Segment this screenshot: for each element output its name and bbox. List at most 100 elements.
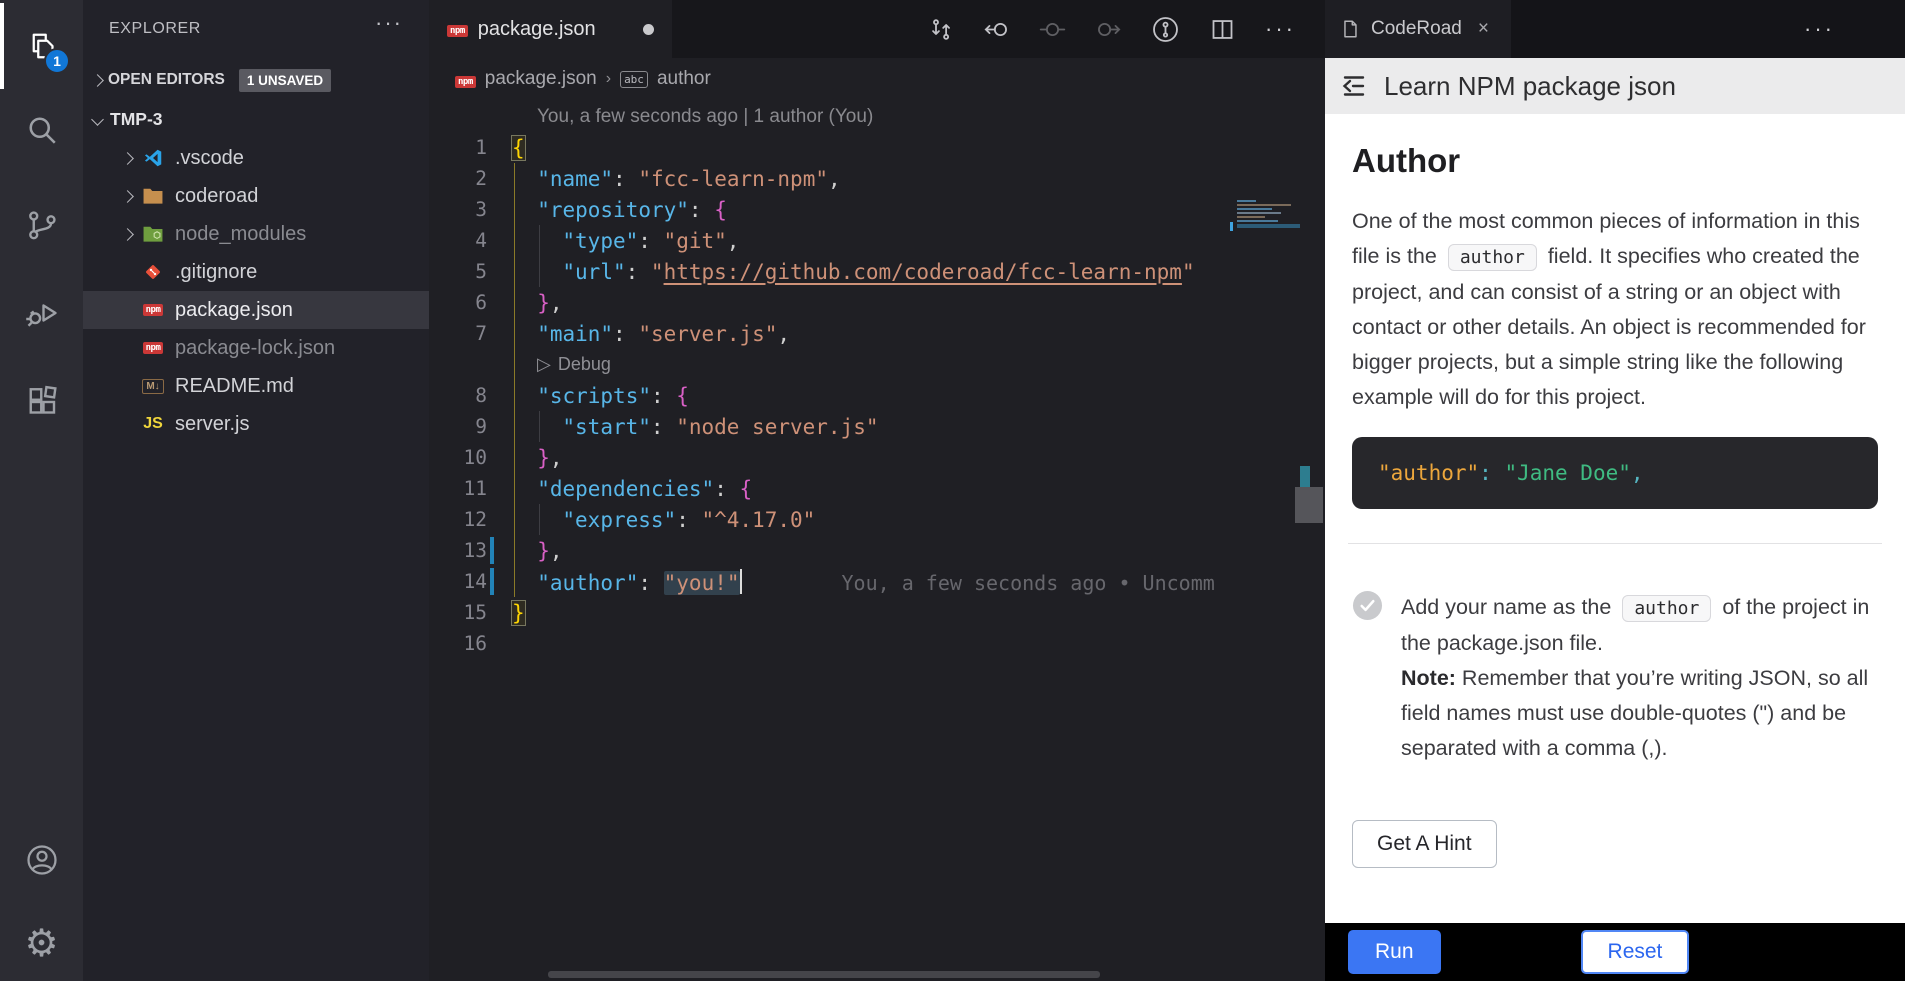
code-line[interactable]: 13},	[429, 535, 1325, 566]
file-row[interactable]: JSserver.js	[83, 405, 429, 443]
editor-group: npm package.json	[429, 0, 1325, 981]
reset-button[interactable]: Reset	[1581, 930, 1690, 974]
file-row[interactable]: .gitignore	[83, 253, 429, 291]
panel-tab-label: CodeRoad	[1371, 18, 1462, 40]
horizontal-scrollbar-thumb[interactable]	[548, 971, 1100, 978]
chevron-right-icon[interactable]	[115, 154, 139, 163]
previous-change-icon[interactable]	[983, 16, 1010, 43]
inline-blame: You, a few seconds ago • Uncomm	[842, 571, 1215, 595]
run-and-debug-icon[interactable]	[0, 270, 83, 356]
divider	[1348, 543, 1882, 544]
code-line[interactable]: 9"start": "node server.js"	[429, 411, 1325, 442]
tab-coderoad[interactable]: CodeRoad ×	[1325, 0, 1511, 58]
panel-tab-bar: CodeRoad × ···	[1325, 0, 1905, 58]
line-number: 13	[429, 539, 487, 562]
line-number: 3	[429, 198, 487, 221]
chevron-right-icon[interactable]	[115, 230, 139, 239]
file-row[interactable]: coderoad	[83, 177, 429, 215]
content-menu-icon[interactable]	[1337, 69, 1371, 103]
extensions-icon[interactable]	[0, 359, 83, 445]
line-number: 7	[429, 322, 487, 345]
code-line[interactable]: 6},	[429, 287, 1325, 318]
code-line[interactable]: 4"type": "git",	[429, 225, 1325, 256]
source-control-icon[interactable]	[0, 182, 83, 268]
compare-changes-icon[interactable]	[927, 16, 954, 43]
unsaved-badge: 1 UNSAVED	[239, 69, 331, 92]
page-title: Author	[1352, 142, 1878, 180]
account-icon[interactable]	[0, 817, 83, 903]
file-row[interactable]: .vscode	[83, 139, 429, 177]
explorer-icon[interactable]: 1	[0, 3, 83, 89]
code-line[interactable]: 10},	[429, 442, 1325, 473]
vscode-icon	[139, 147, 167, 169]
more-actions-icon[interactable]: ···	[1265, 16, 1296, 42]
code-line[interactable]: 15}	[429, 597, 1325, 628]
chevron-right-icon: ›	[606, 70, 611, 88]
file-row[interactable]: M↓README.md	[83, 367, 429, 405]
minimap-change-tick	[1230, 222, 1233, 231]
breadcrumb-file[interactable]: package.json	[485, 68, 597, 90]
line-number: 9	[429, 415, 487, 438]
debug-codelens[interactable]: ▷Debug	[429, 349, 1325, 380]
code-line[interactable]: 11"dependencies": {	[429, 473, 1325, 504]
play-outline-icon: ▷	[537, 354, 551, 375]
chevron-right-icon[interactable]	[115, 192, 139, 201]
code-line[interactable]: 7"main": "server.js",	[429, 318, 1325, 349]
unsaved-dot-icon[interactable]	[643, 24, 654, 35]
vertical-scrollbar-thumb[interactable]	[1295, 487, 1323, 523]
split-editor-icon[interactable]	[1209, 16, 1236, 43]
run-button[interactable]: Run	[1348, 930, 1441, 974]
open-editors-label: OPEN EDITORS	[108, 71, 225, 89]
tutorial-title: Learn NPM package json	[1384, 71, 1676, 102]
settings-gear-icon[interactable]: ⚙	[0, 907, 83, 981]
npm-icon: npm	[139, 342, 167, 354]
file-label: .vscode	[175, 147, 244, 170]
line-number: 16	[429, 632, 487, 655]
explorer-more-actions-icon[interactable]: ···	[375, 10, 403, 36]
blame-header: You, a few seconds ago | 1 author (You)	[429, 102, 1325, 132]
inline-code: author	[1622, 595, 1711, 622]
code-line[interactable]: 8"scripts": {	[429, 380, 1325, 411]
task-check-icon	[1352, 590, 1383, 766]
open-editors-section[interactable]: OPEN EDITORS 1 UNSAVED	[83, 64, 429, 96]
search-icon[interactable]	[0, 87, 83, 173]
next-change-icon[interactable]	[1095, 16, 1122, 43]
code-lines: 1{2"name": "fcc-learn-npm",3"repository"…	[429, 132, 1325, 659]
code-line[interactable]: 14"author": "you!"You, a few seconds ago…	[429, 566, 1325, 597]
file-row[interactable]: node_modules	[83, 215, 429, 253]
code-line[interactable]: 12"express": "^4.17.0"	[429, 504, 1325, 535]
close-icon[interactable]: ×	[1478, 18, 1489, 40]
file-row[interactable]: npmpackage-lock.json	[83, 329, 429, 367]
line-number: 2	[429, 167, 487, 190]
timeline-icon[interactable]	[1151, 15, 1180, 44]
folder-icon	[139, 187, 167, 205]
code-line[interactable]: 2"name": "fcc-learn-npm",	[429, 163, 1325, 194]
code-line[interactable]: 16	[429, 628, 1325, 659]
panel-footer: Run Reset	[1325, 923, 1905, 981]
tab-package-json[interactable]: npm package.json	[429, 0, 672, 58]
minimap[interactable]	[1237, 198, 1300, 238]
explorer-badge: 1	[44, 48, 70, 74]
open-changes-icon[interactable]	[1039, 16, 1066, 43]
activity-bar: 1 ⚙	[0, 0, 83, 981]
node-folder-icon	[139, 225, 167, 243]
get-a-hint-button[interactable]: Get A Hint	[1352, 820, 1497, 868]
file-row[interactable]: npmpackage.json	[83, 291, 429, 329]
npm-icon: npm	[447, 20, 468, 38]
workspace-root-item[interactable]: TMP-3	[83, 103, 429, 136]
code-editor[interactable]: You, a few seconds ago | 1 author (You) …	[429, 102, 1325, 981]
line-number: 14	[429, 570, 487, 593]
line-number: 5	[429, 260, 487, 283]
breadcrumb-symbol[interactable]: author	[657, 68, 711, 90]
chevron-right-icon	[91, 74, 104, 87]
code-line[interactable]: 3"repository": {	[429, 194, 1325, 225]
task-text: Add your name as the author of the proje…	[1401, 590, 1878, 766]
file-label: README.md	[175, 375, 294, 398]
string-symbol-icon: abc	[620, 71, 648, 88]
line-number: 11	[429, 477, 487, 500]
coderoad-panel: CodeRoad × ··· Learn NPM package json Au…	[1325, 0, 1905, 981]
code-line[interactable]: 5"url": "https://github.com/coderoad/fcc…	[429, 256, 1325, 287]
panel-more-actions-icon[interactable]: ···	[1804, 16, 1835, 42]
npm-icon: npm	[139, 304, 167, 316]
code-line[interactable]: 1{	[429, 132, 1325, 163]
